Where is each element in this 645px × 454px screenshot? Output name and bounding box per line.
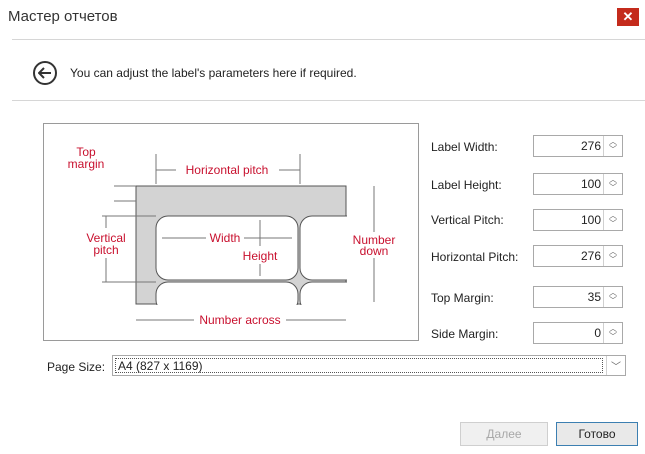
horizontal-pitch-stepper[interactable]: 276 ︿ ﹀ <box>533 245 623 267</box>
spin-arrows-icon[interactable]: ︿ ﹀ <box>603 287 622 307</box>
spin-arrows-icon[interactable]: ︿ ﹀ <box>603 210 622 230</box>
vertical-pitch-value[interactable]: 100 <box>581 213 601 227</box>
label-width-label: Label Width: <box>431 140 498 154</box>
spin-arrows-icon[interactable]: ︿ ﹀ <box>603 136 622 156</box>
spin-arrows-icon[interactable]: ︿ ﹀ <box>603 174 622 194</box>
side-margin-value[interactable]: 0 <box>594 326 601 340</box>
vertical-pitch-label-2: pitch <box>93 243 118 257</box>
label-layout-diagram: Horizontal pitch Top margin Vertical pit… <box>43 123 419 341</box>
side-margin-field-label: Side Margin: <box>431 327 499 341</box>
header-divider <box>12 39 645 40</box>
top-margin-stepper[interactable]: 35 ︿ ﹀ <box>533 286 623 308</box>
next-button[interactable]: Далее <box>460 422 548 446</box>
horizontal-pitch-field-label: Horizontal Pitch: <box>431 250 519 264</box>
spin-arrows-icon[interactable]: ︿ ﹀ <box>603 246 622 266</box>
page-size-value[interactable]: A4 (827 x 1169) <box>115 358 603 373</box>
page-size-select[interactable]: A4 (827 x 1169) ﹀ <box>112 355 626 376</box>
horizontal-pitch-value[interactable]: 276 <box>581 249 601 263</box>
top-margin-label-2: margin <box>68 157 105 171</box>
spin-arrows-icon[interactable]: ︿ ﹀ <box>603 323 622 343</box>
label-diagram-svg: Horizontal pitch Top margin Vertical pit… <box>68 145 396 327</box>
back-button[interactable] <box>33 61 57 85</box>
chevron-down-icon[interactable]: ﹀ <box>606 356 625 375</box>
instruction-divider <box>12 100 645 101</box>
close-icon: ✕ <box>622 9 634 24</box>
window-title: Мастер отчетов <box>8 8 118 25</box>
label-width-stepper[interactable]: 276 ︿ ﹀ <box>533 135 623 157</box>
title-bar: Мастер отчетов ✕ <box>0 0 645 32</box>
top-margin-value[interactable]: 35 <box>588 290 601 304</box>
label-height-value[interactable]: 100 <box>581 177 601 191</box>
label-height-stepper[interactable]: 100 ︿ ﹀ <box>533 173 623 195</box>
width-label: Width <box>210 231 241 245</box>
vertical-pitch-field-label: Vertical Pitch: <box>431 213 504 227</box>
top-margin-field-label: Top Margin: <box>431 291 494 305</box>
label-width-value[interactable]: 276 <box>581 139 601 153</box>
height-label: Height <box>243 249 278 263</box>
close-button[interactable]: ✕ <box>617 8 639 26</box>
label-height-label: Label Height: <box>431 178 502 192</box>
finish-button[interactable]: Готово <box>556 422 638 446</box>
number-across-label: Number across <box>199 313 280 327</box>
horizontal-pitch-label: Horizontal pitch <box>186 163 269 177</box>
instruction-text: You can adjust the label's parameters he… <box>70 66 357 80</box>
label-main <box>155 215 299 281</box>
side-margin-stepper[interactable]: 0 ︿ ﹀ <box>533 322 623 344</box>
arrow-left-icon <box>38 67 51 79</box>
page-size-label: Page Size: <box>47 360 106 374</box>
report-wizard-window: Мастер отчетов ✕ You can adjust the labe… <box>0 0 645 454</box>
number-down-label-2: down <box>360 244 389 258</box>
vertical-pitch-stepper[interactable]: 100 ︿ ﹀ <box>533 209 623 231</box>
